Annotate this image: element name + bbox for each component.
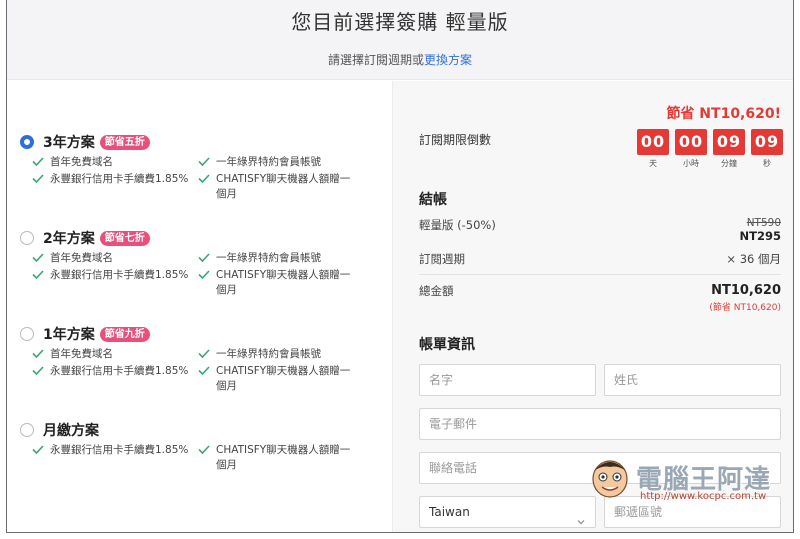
line-item: 輕量版 (-50%) NT590 NT295 — [419, 217, 781, 249]
page-title: 您目前選擇簽購 輕量版 — [291, 10, 509, 34]
country-select[interactable]: Taiwan — [419, 496, 596, 528]
billing-title: 帳單資訊 — [419, 337, 475, 353]
check-icon — [32, 174, 44, 183]
chevron-down-icon — [577, 507, 585, 525]
feature-item: 首年免費域名 — [32, 155, 113, 170]
plan-option-monthly[interactable]: 月繳方案 永豐銀行信用卡手續費1.85% CHATISFY聊天機器人額贈一 個月 — [20, 421, 380, 471]
item-label: 輕量版 (-50%) — [419, 218, 496, 232]
feature-item: 永豐銀行信用卡手續費1.85% — [32, 172, 188, 187]
feature-item: 首年免費域名 — [32, 251, 113, 266]
watermark-url: http://www.kocpc.com.tw — [640, 491, 767, 502]
plan-name: 月繳方案 — [43, 423, 99, 439]
check-icon — [32, 445, 44, 454]
feature-item: CHATISFY聊天機器人額贈一 — [198, 268, 350, 283]
feature-item: CHATISFY聊天機器人額贈一 — [198, 443, 350, 458]
plan-name: 1年方案 — [43, 327, 95, 343]
countdown-seconds: 09 秒 — [751, 129, 783, 169]
check-icon — [32, 157, 44, 166]
subtitle-text: 請選擇訂閱週期或 — [327, 53, 424, 67]
countdown-minutes: 09 分鐘 — [713, 129, 745, 169]
feature-item-cont: 個月 — [216, 380, 237, 392]
total-value: NT10,620 — [711, 283, 781, 298]
cycle-label: 訂閱週期 — [419, 252, 465, 266]
country-value: Taiwan — [429, 505, 470, 519]
feature-item: 永豐銀行信用卡手續費1.85% — [32, 364, 188, 379]
plan-option-1yr[interactable]: 1年方案 節省九折 首年免費域名 一年綠界特約會員帳號 永豐銀行信用卡手續費1.… — [20, 325, 380, 392]
total-label: 總金額 — [419, 284, 454, 298]
check-icon — [198, 445, 210, 454]
feature-item: 一年綠界特約會員帳號 — [198, 347, 321, 362]
feature-item-cont: 個月 — [216, 284, 237, 296]
check-icon — [198, 174, 210, 183]
feature-item: 永豐銀行信用卡手續費1.85% — [32, 443, 188, 458]
plan-list: 3年方案 節省五折 首年免費域名 一年綠界特約會員帳號 永豐銀行信用卡手續費1.… — [7, 81, 392, 532]
first-name-field[interactable]: 名字 — [419, 364, 596, 396]
radio-1yr[interactable] — [20, 327, 34, 341]
original-price: NT590 — [746, 217, 781, 229]
feature-item: 永豐銀行信用卡手續費1.85% — [32, 268, 188, 283]
plan-name: 3年方案 — [43, 135, 95, 151]
feature-item: CHATISFY聊天機器人額贈一 — [198, 364, 350, 379]
check-icon — [32, 253, 44, 262]
feature-item: CHATISFY聊天機器人額贈一 — [198, 172, 350, 187]
mascot-logo — [590, 455, 630, 499]
watermark: 電腦王阿達 http://www.kocpc.com.tw — [590, 455, 790, 515]
checkout-title: 結帳 — [419, 192, 447, 208]
feature-item: 一年綠界特約會員帳號 — [198, 155, 321, 170]
check-icon — [32, 270, 44, 279]
feature-item: 一年綠界特約會員帳號 — [198, 251, 321, 266]
radio-3yr[interactable] — [20, 135, 34, 149]
cycle-value: × 36 個月 — [726, 252, 781, 266]
plan-option-2yr[interactable]: 2年方案 節省七折 首年免費域名 一年綠界特約會員帳號 永豐銀行信用卡手續費1.… — [20, 229, 380, 296]
countdown-days: 00 天 — [637, 129, 669, 169]
feature-item-cont: 個月 — [216, 188, 237, 200]
last-name-field[interactable]: 姓氏 — [604, 364, 781, 396]
countdown-label: 訂閱期限倒數 — [419, 133, 492, 147]
countdown-hours: 00 小時 — [675, 129, 707, 169]
total-row: 總金額 NT10,620 (節省 NT10,620) — [419, 283, 781, 317]
header: 您目前選擇簽購 輕量版 請選擇訂閱週期或更換方案 — [7, 0, 793, 80]
check-icon — [198, 366, 210, 375]
check-icon — [198, 270, 210, 279]
check-icon — [32, 366, 44, 375]
subtitle: 請選擇訂閱週期或更換方案 — [7, 51, 793, 68]
feature-item: 首年免費域名 — [32, 347, 113, 362]
discount-badge: 節省九折 — [99, 326, 150, 342]
change-plan-link[interactable]: 更換方案 — [424, 53, 472, 67]
discounted-price: NT295 — [739, 229, 781, 243]
discount-badge: 節省五折 — [99, 134, 150, 150]
savings-text: 節省 NT10,620! — [666, 106, 781, 122]
feature-item-cont: 個月 — [216, 459, 237, 471]
discount-badge: 節省七折 — [99, 230, 150, 246]
email-field[interactable]: 電子郵件 — [419, 408, 781, 440]
divider — [419, 274, 781, 275]
plan-name: 2年方案 — [43, 231, 95, 247]
radio-2yr[interactable] — [20, 231, 34, 245]
cycle-row: 訂閱週期 × 36 個月 — [419, 251, 781, 271]
total-saving: (節省 NT10,620) — [709, 303, 781, 313]
check-icon — [198, 349, 210, 358]
plan-option-3yr[interactable]: 3年方案 節省五折 首年免費域名 一年綠界特約會員帳號 永豐銀行信用卡手續費1.… — [20, 133, 380, 200]
page-frame: 您目前選擇簽購 輕量版 請選擇訂閱週期或更換方案 3年方案 節省五折 首年免費域… — [6, 0, 794, 533]
check-icon — [198, 253, 210, 262]
check-icon — [198, 157, 210, 166]
radio-monthly[interactable] — [20, 423, 34, 437]
check-icon — [32, 349, 44, 358]
